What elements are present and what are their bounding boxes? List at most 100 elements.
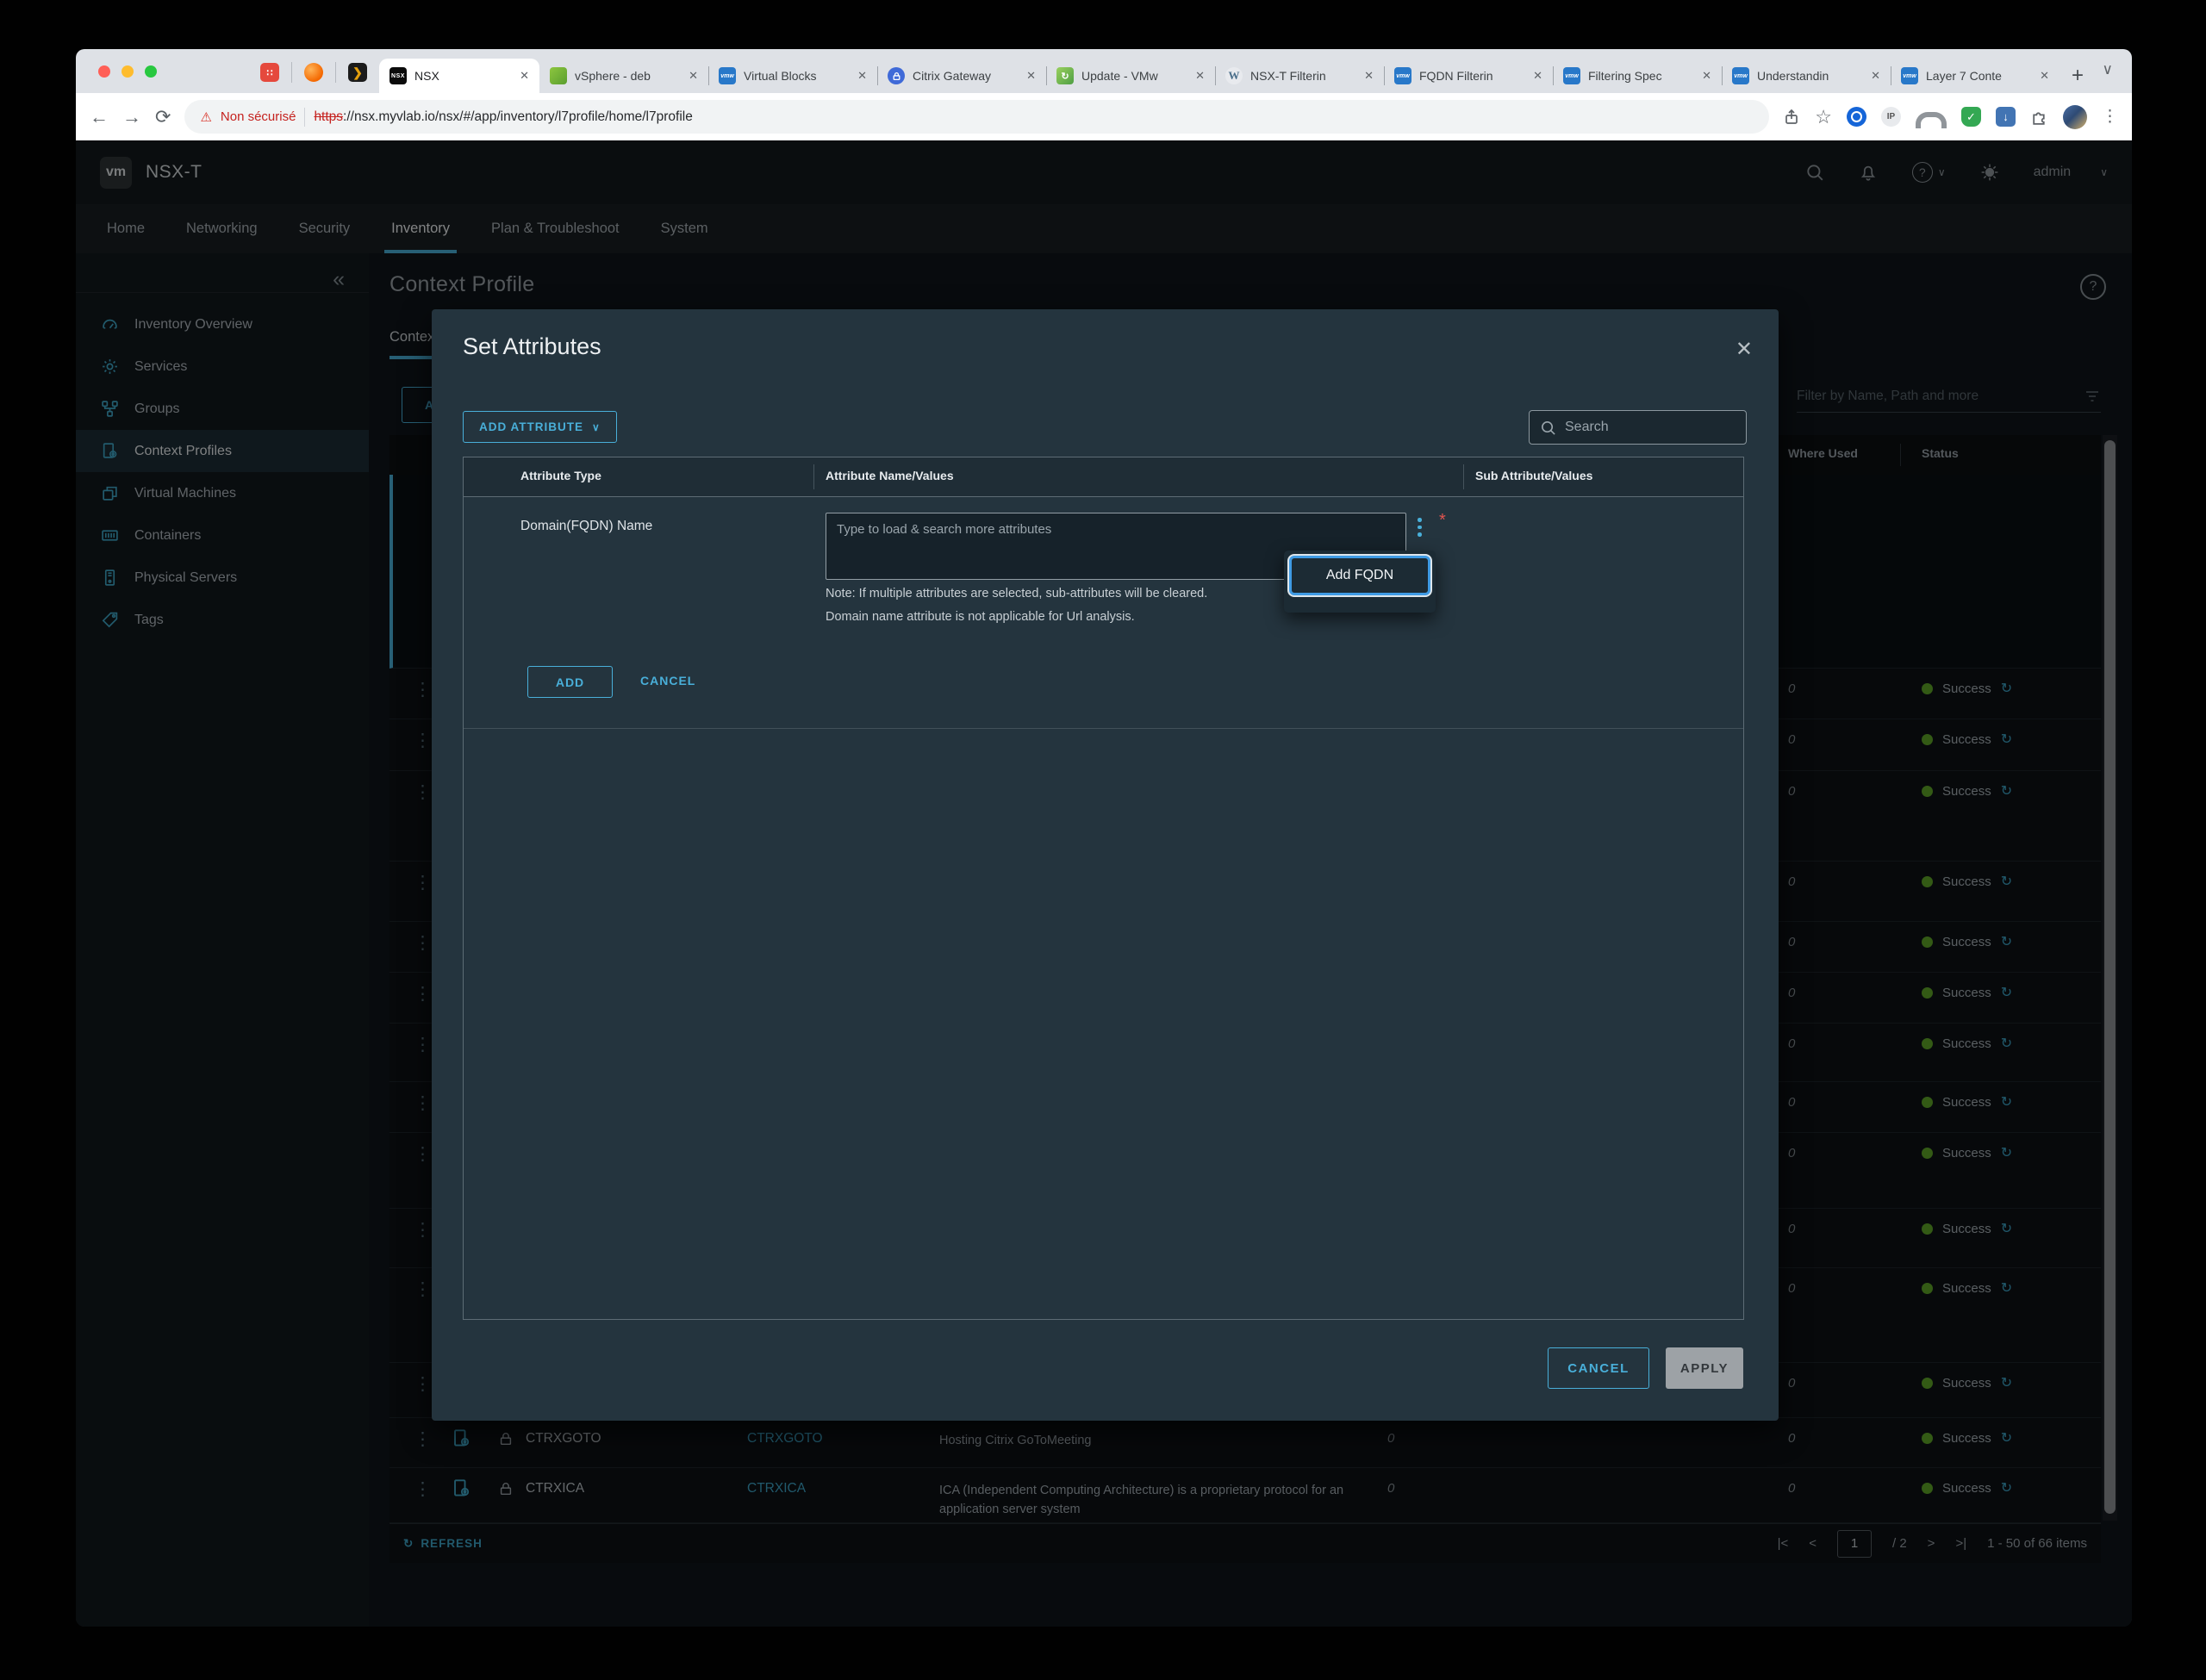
column-attribute-name-values: Attribute Name/Values xyxy=(826,469,954,482)
tab-list: NSXNSX✕vSphere - deb✕vmwVirtual Blocks✕C… xyxy=(379,59,2020,93)
new-tab-icon[interactable]: + xyxy=(2072,64,2084,88)
browser-tab[interactable]: W NSX-T Filterin ✕ xyxy=(1215,59,1384,93)
tab-close-icon[interactable]: ✕ xyxy=(1702,69,1711,83)
tab-title: vSphere - deb xyxy=(575,69,681,83)
browser-tab[interactable]: NSXNSX✕ xyxy=(379,59,539,93)
url-text[interactable]: https://nsx.myvlab.io/nsx/#/app/inventor… xyxy=(314,109,692,125)
modal-cancel-button[interactable]: CANCEL xyxy=(1548,1347,1649,1389)
password-manager-extension-icon[interactable] xyxy=(1847,107,1866,127)
tab-close-icon[interactable]: ✕ xyxy=(1871,69,1880,83)
update-favicon: ↻ xyxy=(1056,67,1074,84)
vmw-favicon: vmw xyxy=(1732,67,1749,84)
modal-title: Set Attributes xyxy=(463,333,601,360)
lock-favicon xyxy=(888,67,905,84)
url-path: ://nsx.myvlab.io/nsx/#/app/inventory/l7p… xyxy=(343,109,693,124)
maximize-window-button[interactable] xyxy=(145,65,157,78)
puzzle-extensions-icon[interactable] xyxy=(2030,108,2048,126)
modal-apply-button[interactable]: APPLY xyxy=(1666,1347,1743,1389)
tab-title: Understandin xyxy=(1757,69,1863,83)
security-label[interactable]: Non sécurisé xyxy=(221,109,296,124)
browser-tab[interactable]: ↻ Update - VMw ✕ xyxy=(1046,59,1215,93)
divider xyxy=(813,464,814,489)
note-line-2: Domain name attribute is not applicable … xyxy=(826,610,1135,624)
column-sub-attribute-values: Sub Attribute/Values xyxy=(1475,469,1592,482)
profile-avatar[interactable] xyxy=(2063,105,2087,129)
browser-toolbar: ← → ⟳ ⚠ Non sécurisé https://nsx.myvlab.… xyxy=(76,93,2132,140)
shield-check-extension-icon[interactable]: ✓ xyxy=(1961,107,1981,127)
wordpress-favicon: W xyxy=(1225,67,1243,84)
set-attributes-modal: Set Attributes ✕ ADD ATTRIBUTE ∨ Search … xyxy=(432,309,1779,1421)
address-bar[interactable]: ⚠ Non sécurisé https://nsx.myvlab.io/nsx… xyxy=(184,100,1769,134)
security-warning-icon[interactable]: ⚠ xyxy=(200,109,211,125)
reload-icon[interactable]: ⟳ xyxy=(155,106,171,128)
forward-icon[interactable]: → xyxy=(122,106,141,128)
search-placeholder: Search xyxy=(1565,420,1609,435)
pinned-tab-plex-icon[interactable]: ❯ xyxy=(348,63,367,82)
browser-tab[interactable]: vmwLayer 7 Conte✕ xyxy=(1891,59,2060,93)
vmw-favicon: vmw xyxy=(719,67,736,84)
pinned-tab-red-icon[interactable]: ∷ xyxy=(260,63,279,82)
vmw-favicon: vmw xyxy=(1563,67,1580,84)
tab-title: Update - VMw xyxy=(1081,69,1187,83)
nsx-favicon: NSX xyxy=(389,67,407,84)
tab-close-icon[interactable]: ✕ xyxy=(689,69,698,83)
browser-menu-kebab-icon[interactable]: ⋮ xyxy=(2102,107,2118,127)
ip-lookup-extension-icon[interactable]: IP xyxy=(1881,107,1901,127)
tab-title: Virtual Blocks xyxy=(744,69,850,83)
column-attribute-type: Attribute Type xyxy=(520,469,601,482)
attributes-table-header: Attribute Type Attribute Name/Values Sub… xyxy=(464,457,1743,497)
tab-title: Citrix Gateway xyxy=(913,69,1019,83)
vsphere-favicon xyxy=(550,67,567,84)
nsx-app: vm NSX-T ? ∨ admin ∨ xyxy=(76,140,2132,1627)
browser-tab[interactable]: vSphere - deb ✕ xyxy=(539,59,708,93)
tab-title: Layer 7 Conte xyxy=(1926,69,2032,83)
attributes-table: Attribute Type Attribute Name/Values Sub… xyxy=(463,457,1744,1320)
modal-close-icon[interactable]: ✕ xyxy=(1736,337,1753,362)
browser-tab[interactable]: vmw Filtering Spec ✕ xyxy=(1553,59,1722,93)
add-fqdn-button[interactable]: Add FQDN xyxy=(1289,556,1430,595)
browser-tab[interactable]: Citrix Gateway ✕ xyxy=(877,59,1046,93)
tab-title: NSX-T Filterin xyxy=(1250,69,1356,83)
share-icon[interactable] xyxy=(1783,109,1800,126)
required-asterisk: * xyxy=(1439,511,1446,531)
search-icon xyxy=(1540,420,1556,436)
tab-title: Filtering Spec xyxy=(1588,69,1694,83)
tab-close-icon[interactable]: ✕ xyxy=(1533,69,1542,83)
add-attribute-button[interactable]: ADD ATTRIBUTE ∨ xyxy=(463,411,617,443)
browser-tab[interactable]: vmw FQDN Filterin ✕ xyxy=(1384,59,1553,93)
divider xyxy=(304,108,305,127)
pinned-tab-grafana-icon[interactable] xyxy=(304,63,323,82)
tab-close-icon[interactable]: ✕ xyxy=(1364,69,1374,83)
browser-tab[interactable]: vmw Virtual Blocks ✕ xyxy=(708,59,877,93)
tab-close-icon[interactable]: ✕ xyxy=(2040,69,2049,83)
close-window-button[interactable] xyxy=(98,65,110,78)
tab-close-icon[interactable]: ✕ xyxy=(1026,69,1036,83)
bookmark-star-icon[interactable]: ☆ xyxy=(1815,106,1832,128)
note-line-1: Note: If multiple attributes are selecte… xyxy=(826,587,1207,600)
download-extension-icon[interactable]: ↓ xyxy=(1996,107,2016,127)
vpn-extension-icon[interactable] xyxy=(1916,112,1947,128)
url-protocol: https xyxy=(314,109,343,124)
attribute-edit-row: Domain(FQDN) Name Type to load & search … xyxy=(464,497,1743,729)
tab-close-icon[interactable]: ✕ xyxy=(1195,69,1205,83)
minimize-window-button[interactable] xyxy=(122,65,134,78)
tab-overflow-chevron-icon[interactable]: ∨ xyxy=(2103,61,2113,78)
add-button[interactable]: ADD xyxy=(527,666,613,698)
browser-tab-strip: ∷ ❯ NSXNSX✕vSphere - deb✕vmwVirtual Bloc… xyxy=(76,49,2132,93)
browser-window: ∷ ❯ NSXNSX✕vSphere - deb✕vmwVirtual Bloc… xyxy=(76,49,2132,1627)
divider xyxy=(1463,464,1464,489)
divider xyxy=(335,62,336,83)
modal-search-input[interactable]: Search xyxy=(1529,410,1747,445)
macos-traffic-lights xyxy=(98,65,157,78)
attribute-row-kebab-icon[interactable] xyxy=(1418,518,1422,537)
tab-title: FQDN Filterin xyxy=(1419,69,1525,83)
cancel-link[interactable]: CANCEL xyxy=(640,674,695,688)
tab-close-icon[interactable]: ✕ xyxy=(520,69,529,83)
chevron-down-icon: ∨ xyxy=(592,421,601,433)
vmw-favicon: vmw xyxy=(1394,67,1411,84)
add-fqdn-popup: Add FQDN xyxy=(1284,551,1436,613)
attribute-type-label: Domain(FQDN) Name xyxy=(520,519,652,534)
back-icon[interactable]: ← xyxy=(90,106,109,128)
tab-close-icon[interactable]: ✕ xyxy=(857,69,867,83)
browser-tab[interactable]: vmw Understandin ✕ xyxy=(1722,59,1891,93)
